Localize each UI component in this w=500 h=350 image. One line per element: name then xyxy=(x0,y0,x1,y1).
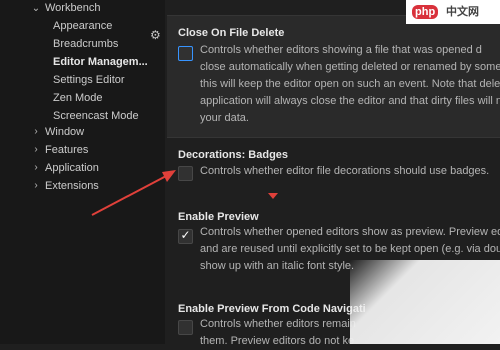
watermark-text: 中文网 xyxy=(446,6,479,18)
watermark-blur xyxy=(350,260,500,344)
watermark-logo: php xyxy=(412,5,439,19)
